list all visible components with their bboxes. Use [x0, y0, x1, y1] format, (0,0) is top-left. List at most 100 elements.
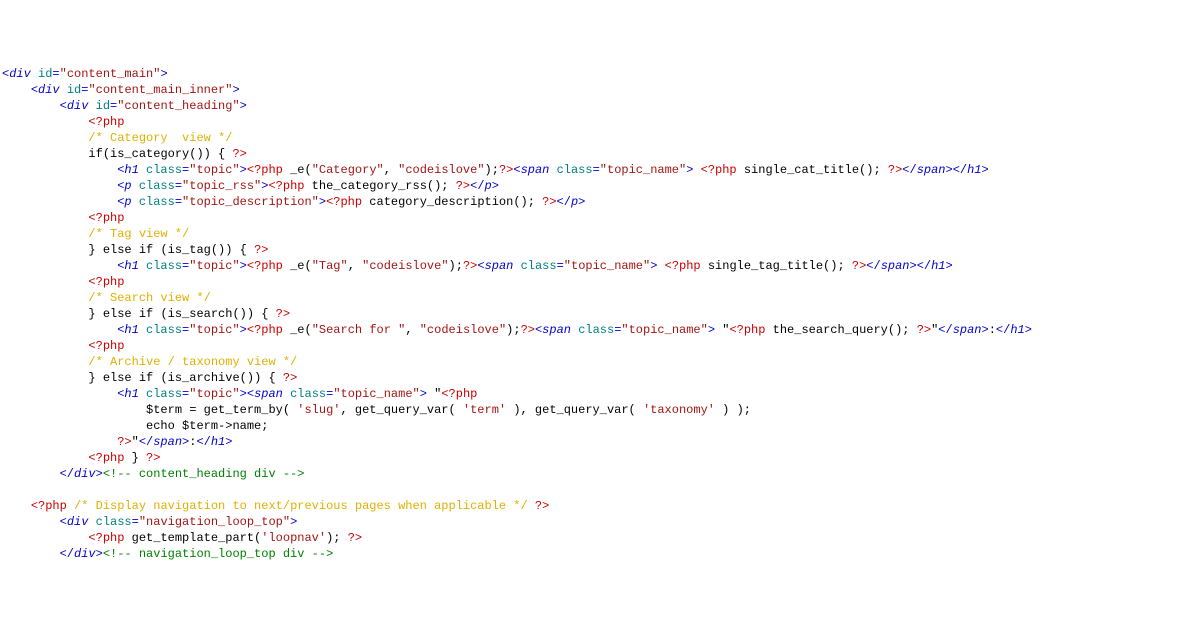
token-a: id — [67, 83, 81, 97]
code-line: <h1 class="topic"><?php _e("Search for "… — [2, 323, 1032, 337]
token-k: , — [384, 163, 398, 177]
token-t: > — [96, 467, 103, 481]
token-p: <?php — [31, 499, 67, 513]
token-e: p — [124, 195, 131, 209]
code-line: <div id="content_main_inner"> — [2, 83, 240, 97]
token-t: </ — [953, 163, 967, 177]
token-t: > — [1025, 323, 1032, 337]
token-k: , — [405, 323, 419, 337]
token-c: /* Display navigation to next/previous p… — [74, 499, 528, 513]
token-t: > — [232, 83, 239, 97]
token-e: h1 — [124, 387, 138, 401]
token-k: " — [715, 323, 729, 337]
token-p: ?> — [917, 323, 931, 337]
token-k: if — [139, 371, 153, 385]
token-e: h1 — [124, 323, 138, 337]
token-a: class — [557, 163, 593, 177]
token-t — [283, 387, 290, 401]
token-a: class — [146, 259, 182, 273]
code-line: </div><!-- content_heading div --> — [2, 467, 304, 481]
token-s: "topic_name" — [333, 387, 419, 401]
token-k: , get_query_var( — [340, 403, 462, 417]
token-p: ?> — [456, 179, 470, 193]
token-p: ?> — [852, 259, 866, 273]
token-t: < — [60, 515, 67, 529]
token-p: ?> — [888, 163, 902, 177]
token-k — [132, 307, 139, 321]
token-t: > — [225, 435, 232, 449]
token-k: ); — [485, 163, 499, 177]
token-t: </ — [917, 259, 931, 273]
token-t: = — [557, 259, 564, 273]
token-t: > — [240, 259, 247, 273]
token-t — [31, 67, 38, 81]
token-k — [693, 163, 700, 177]
token-s: 'slug' — [297, 403, 340, 417]
token-k: $term = get_term_by( — [146, 403, 297, 417]
token-k: if — [139, 307, 153, 321]
code-line: /* Archive / taxonomy view */ — [2, 355, 297, 369]
token-p: ?> — [542, 195, 556, 209]
code-line: <h1 class="topic"><span class="topic_nam… — [2, 387, 477, 401]
token-s: "codeislove" — [362, 259, 448, 273]
token-t: < — [513, 163, 520, 177]
token-k: (is_category()) { — [103, 147, 233, 161]
code-line: <?php — [2, 339, 124, 353]
token-s: "content_main" — [60, 67, 161, 81]
token-t: </ — [139, 435, 153, 449]
token-e: h1 — [967, 163, 981, 177]
token-k — [67, 499, 74, 513]
token-p: <?php — [88, 339, 124, 353]
token-s: 'taxonomy' — [643, 403, 715, 417]
token-c: /* Archive / taxonomy view */ — [88, 355, 297, 369]
token-c: /* Search view */ — [88, 291, 210, 305]
token-k: : — [989, 323, 996, 337]
token-e: span — [485, 259, 514, 273]
token-k: (is_archive()) { — [153, 371, 283, 385]
token-k: ), get_query_var( — [506, 403, 643, 417]
token-t: > — [160, 67, 167, 81]
token-t: > — [420, 387, 427, 401]
token-k: " — [427, 387, 441, 401]
token-t — [139, 387, 146, 401]
code-line: ?>"</span>:</h1> — [2, 435, 232, 449]
code-line: } else if (is_archive()) { ?> — [2, 371, 297, 385]
token-p: <?php — [88, 115, 124, 129]
token-k: if — [139, 243, 153, 257]
token-t: </ — [196, 435, 210, 449]
token-e: h1 — [931, 259, 945, 273]
token-t: > — [290, 515, 297, 529]
token-s: "topic" — [189, 323, 239, 337]
token-s: "topic_description" — [182, 195, 319, 209]
token-k: ) ); — [715, 403, 751, 417]
token-a: id — [96, 99, 110, 113]
token-k: } — [88, 243, 102, 257]
token-k: } — [88, 307, 102, 321]
code-line: <?php — [2, 211, 124, 225]
code-line: /* Category view */ — [2, 131, 232, 145]
token-t: = — [52, 67, 59, 81]
token-t: < — [60, 99, 67, 113]
token-t: > — [910, 259, 917, 273]
token-k: _e( — [283, 323, 312, 337]
token-p: ?> — [117, 435, 131, 449]
code-line: <?php get_template_part('loopnav'); ?> — [2, 531, 362, 545]
token-p: ?> — [463, 259, 477, 273]
token-t: > — [240, 163, 247, 177]
token-s: "topic" — [189, 163, 239, 177]
token-k — [657, 259, 664, 273]
token-s: 'term' — [463, 403, 506, 417]
token-k: else — [103, 371, 132, 385]
token-t: </ — [866, 259, 880, 273]
token-t: > — [578, 195, 585, 209]
token-k: the_category_rss(); — [304, 179, 455, 193]
token-k: ); — [326, 531, 348, 545]
token-k: _e( — [283, 259, 312, 273]
token-s: "topic" — [189, 259, 239, 273]
token-s: "Category" — [312, 163, 384, 177]
code-line: <div id="content_heading"> — [2, 99, 247, 113]
token-t: > — [946, 163, 953, 177]
code-line: <?php /* Display navigation to next/prev… — [2, 499, 549, 513]
token-a: class — [146, 163, 182, 177]
token-k — [528, 499, 535, 513]
